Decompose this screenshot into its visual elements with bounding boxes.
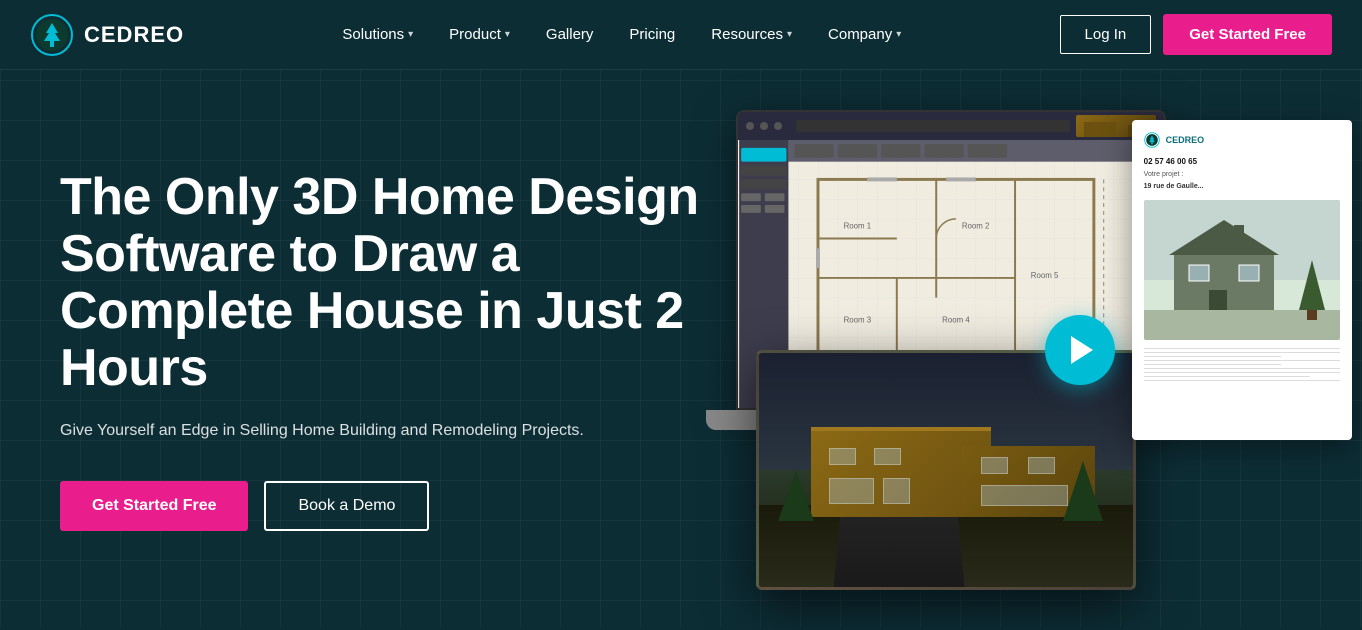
blueprint-line: [1144, 368, 1340, 369]
toolbar-dot: [746, 122, 754, 130]
blueprint-project-label: Votre projet :: [1144, 170, 1340, 180]
nav-item-pricing[interactable]: Pricing: [615, 18, 689, 51]
chevron-down-icon: ▾: [787, 29, 792, 40]
toolbar-dot: [760, 122, 768, 130]
hero-cta-secondary-button[interactable]: Book a Demo: [264, 481, 429, 531]
nav-link-company[interactable]: Company ▾: [814, 18, 915, 51]
nav-cta-button[interactable]: Get Started Free: [1163, 14, 1332, 55]
blueprint-line: [1144, 372, 1340, 373]
nav-link-gallery[interactable]: Gallery: [532, 18, 608, 51]
house-window: [981, 485, 1069, 506]
logo-link[interactable]: CEDREO: [30, 13, 184, 57]
blueprint-house-image: [1144, 200, 1340, 340]
navbar: CEDREO Solutions ▾ Product ▾ Gallery Pri…: [0, 0, 1362, 70]
svg-text:Room 1: Room 1: [843, 222, 871, 231]
blueprint-line: [1144, 360, 1340, 361]
nav-links: Solutions ▾ Product ▾ Gallery Pricing Re…: [328, 18, 915, 51]
chevron-down-icon: ▾: [408, 29, 413, 40]
nav-item-solutions[interactable]: Solutions ▾: [328, 18, 427, 51]
nav-item-gallery[interactable]: Gallery: [532, 18, 608, 51]
render-card: [756, 350, 1136, 590]
blueprint-house-svg: [1144, 200, 1340, 340]
hero-title: The Only 3D Home Design Software to Draw…: [60, 169, 706, 398]
hero-subtitle: Give Yourself an Edge in Selling Home Bu…: [60, 419, 706, 443]
blueprint-card-header: CEDREO: [1144, 132, 1340, 148]
blueprint-lines: [1144, 348, 1340, 381]
house-window: [829, 448, 856, 465]
svg-text:Room 4: Room 4: [942, 315, 970, 324]
play-icon: [1071, 336, 1093, 364]
nav-item-company[interactable]: Company ▾: [814, 18, 915, 51]
blueprint-line: [1144, 376, 1311, 377]
blueprint-line: [1144, 352, 1340, 353]
logo-text: CEDREO: [84, 22, 184, 48]
nav-link-pricing[interactable]: Pricing: [615, 18, 689, 51]
logo-icon: [30, 13, 74, 57]
hero-buttons: Get Started Free Book a Demo: [60, 481, 706, 531]
nav-link-product[interactable]: Product ▾: [435, 18, 524, 51]
blueprint-content: 02 57 46 00 65 Votre projet : 19 rue de …: [1144, 156, 1340, 192]
house-window: [981, 457, 1008, 475]
blueprint-logo-text: CEDREO: [1166, 135, 1205, 145]
play-button[interactable]: [1045, 315, 1115, 385]
house-scene: [759, 353, 1133, 587]
blueprint-line-short: [1144, 356, 1281, 357]
blueprint-project-name: 19 rue de Gaulle...: [1144, 182, 1340, 192]
laptop-toolbar: [738, 112, 1164, 140]
nav-link-solutions[interactable]: Solutions ▾: [328, 18, 427, 51]
blueprint-line: [1144, 348, 1340, 349]
toolbar-bar: [796, 120, 1070, 132]
login-button[interactable]: Log In: [1060, 15, 1152, 54]
tree-right: [1063, 461, 1103, 521]
chevron-down-icon: ▾: [505, 29, 510, 40]
house-window: [829, 478, 874, 504]
nav-item-product[interactable]: Product ▾: [435, 18, 524, 51]
hero-section: The Only 3D Home Design Software to Draw…: [0, 70, 1362, 630]
svg-text:Room 2: Room 2: [962, 222, 990, 231]
blueprint-line-short: [1144, 364, 1281, 365]
hero-content: The Only 3D Home Design Software to Draw…: [60, 169, 706, 532]
hero-cta-primary-button[interactable]: Get Started Free: [60, 481, 248, 531]
tree-left: [778, 471, 814, 521]
hero-visuals: Room 1 Room 2 Room 3 Room 4 Room 5: [706, 110, 1352, 590]
blueprint-phone: 02 57 46 00 65: [1144, 156, 1340, 167]
nav-link-resources[interactable]: Resources ▾: [697, 18, 806, 51]
house-window: [883, 478, 910, 504]
svg-text:Room 3: Room 3: [843, 315, 871, 324]
svg-text:Room 5: Room 5: [1031, 271, 1059, 280]
nav-item-resources[interactable]: Resources ▾: [697, 18, 806, 51]
house-window: [874, 448, 901, 465]
cedreo-small-logo: [1144, 132, 1160, 148]
house-window: [1028, 457, 1055, 475]
nav-actions: Log In Get Started Free: [1060, 14, 1332, 55]
blueprint-card: CEDREO 02 57 46 00 65 Votre projet : 19 …: [1132, 120, 1352, 440]
toolbar-dot: [774, 122, 782, 130]
house-building: [796, 388, 1095, 517]
blueprint-line: [1144, 380, 1340, 381]
chevron-down-icon: ▾: [896, 29, 901, 40]
